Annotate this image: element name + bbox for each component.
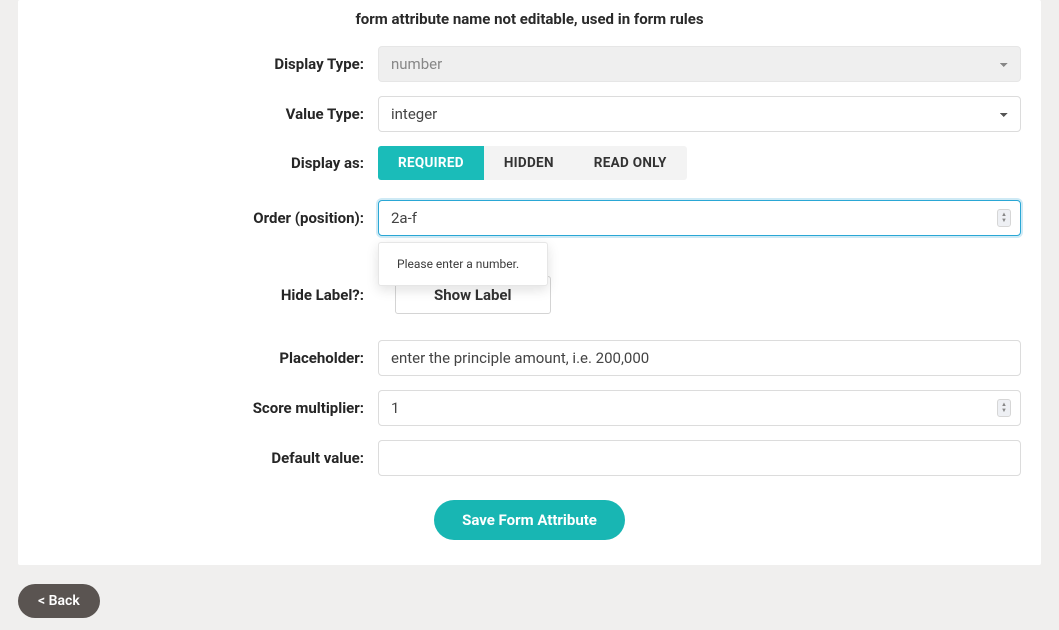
number-spinner-icon[interactable]: ▲▼ [997, 399, 1011, 417]
label-placeholder: Placeholder: [38, 349, 378, 367]
label-score-multiplier: Score multiplier: [38, 399, 378, 417]
row-placeholder: Placeholder: [38, 340, 1021, 376]
value-type-select[interactable]: integer [378, 96, 1021, 132]
row-display-type: Display Type: number [38, 46, 1021, 82]
label-hide-label: Hide Label?: [38, 286, 378, 304]
display-type-select: number [378, 46, 1021, 82]
row-score-multiplier: Score multiplier: ▲▼ [38, 390, 1021, 426]
row-display-as: Display as: REQUIRED HIDDEN READ ONLY [38, 146, 1021, 180]
form-panel: form attribute name not editable, used i… [18, 0, 1041, 565]
helper-text: form attribute name not editable, used i… [38, 0, 1021, 46]
label-default-value: Default value: [38, 449, 378, 467]
label-display-type: Display Type: [38, 55, 378, 73]
validation-tooltip: Please enter a number. [378, 242, 548, 286]
display-as-readonly-button[interactable]: READ ONLY [574, 146, 687, 180]
display-as-toggle-group: REQUIRED HIDDEN READ ONLY [378, 146, 687, 180]
display-as-required-button[interactable]: REQUIRED [378, 146, 484, 180]
default-value-input[interactable] [378, 440, 1021, 476]
row-order: Order (position): ▲▼ Please enter a numb… [38, 200, 1021, 236]
label-value-type: Value Type: [38, 105, 378, 123]
label-display-as: Display as: [38, 154, 378, 172]
order-input[interactable] [378, 200, 1021, 236]
row-value-type: Value Type: integer [38, 96, 1021, 132]
back-button[interactable]: < Back [18, 584, 100, 618]
number-spinner-icon[interactable]: ▲▼ [997, 209, 1011, 227]
row-default-value: Default value: [38, 440, 1021, 476]
display-as-hidden-button[interactable]: HIDDEN [484, 146, 574, 180]
placeholder-input[interactable] [378, 340, 1021, 376]
score-multiplier-input[interactable] [378, 390, 1021, 426]
label-order: Order (position): [38, 209, 378, 227]
save-button[interactable]: Save Form Attribute [434, 500, 625, 540]
